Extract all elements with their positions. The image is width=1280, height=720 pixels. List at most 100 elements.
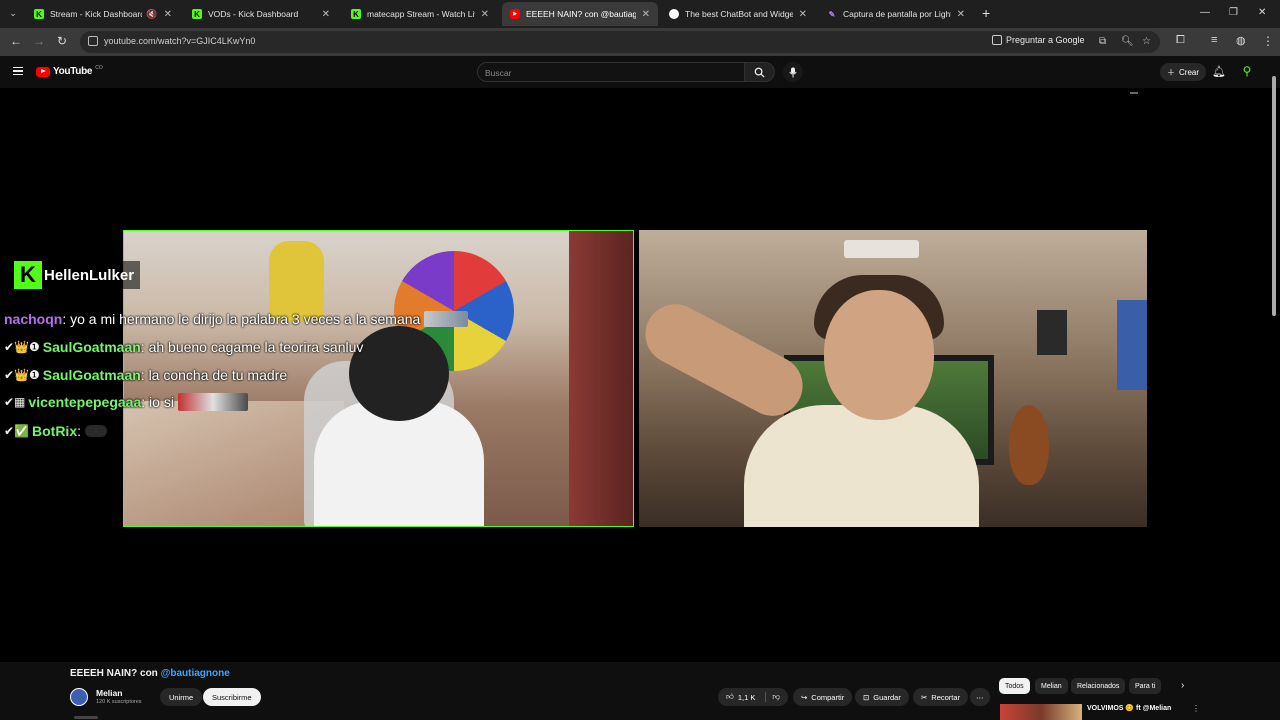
search-button[interactable] <box>745 62 775 82</box>
channel-avatar[interactable] <box>70 688 88 706</box>
profile-avatar-icon[interactable]: ◍ <box>1236 34 1246 47</box>
streamer-right-arm <box>639 293 814 427</box>
chat-username: nachoqn <box>4 311 63 327</box>
page-scrollbar[interactable] <box>1270 62 1278 662</box>
tab-1[interactable]: K VODs - Kick Dashboard ✕ <box>184 2 338 26</box>
address-bar[interactable]: youtube.com/watch?v=GJIC4LKwYn0 Pregunta… <box>80 31 1160 53</box>
kick-icon: K <box>34 9 44 19</box>
clip-label: Recortar <box>931 692 961 702</box>
url-text[interactable]: youtube.com/watch?v=GJIC4LKwYn0 <box>104 36 255 46</box>
channel-name[interactable]: Melian <box>96 688 122 698</box>
close-window-icon[interactable]: ✕ <box>1258 7 1266 18</box>
close-tab-icon[interactable]: ✕ <box>322 9 330 20</box>
chip-all[interactable]: Todos <box>999 678 1030 694</box>
close-tab-icon[interactable]: ✕ <box>799 9 807 20</box>
voice-search-button[interactable] <box>783 62 803 82</box>
hamburger-menu-icon[interactable] <box>13 67 23 75</box>
video-title-mention[interactable]: @bautiagnone <box>161 668 230 679</box>
create-button[interactable]: ＋ Crear <box>1160 63 1207 81</box>
doll <box>269 241 324 321</box>
recommendation-title[interactable]: VOLVIMOS 😊 ft @Melian <box>1087 704 1171 712</box>
share-button[interactable]: ↪ Compartir <box>793 688 853 706</box>
thumbs-down-icon[interactable]: 👎︎ <box>765 692 780 702</box>
youtube-wordmark: YouTube <box>53 66 93 77</box>
tab-5[interactable]: ✎ Captura de pantalla por Lightshot ✕ <box>819 2 973 26</box>
share-icon: ↪ <box>801 692 808 702</box>
streamer-right-head <box>824 290 934 420</box>
reload-icon[interactable]: ↻ <box>57 34 67 48</box>
chip-related[interactable]: Relacionados <box>1071 678 1126 694</box>
chat-text: : yo a mi hermano le dirijo la palabra 3… <box>62 311 421 327</box>
description-bar <box>74 716 98 719</box>
save-button[interactable]: ⊡ Guardar <box>855 688 909 706</box>
chat-username: SaulGoatmaan <box>42 339 141 355</box>
chat-badges: ✔👑❶ <box>4 368 40 382</box>
country-code: CO <box>95 64 103 71</box>
chat-username: vicentepepegaaa <box>28 394 142 410</box>
page-background-right <box>1147 88 1280 662</box>
video-title-text: EEEEH NAIN? con <box>70 668 158 679</box>
ask-google-button[interactable]: Preguntar a Google <box>992 35 1085 45</box>
recommendation-thumbnail[interactable] <box>1000 704 1082 720</box>
kick-icon: K <box>351 9 361 19</box>
install-app-icon[interactable]: ⧉ <box>1099 36 1106 47</box>
chat-text: : io si <box>141 394 174 410</box>
forward-icon[interactable]: → <box>33 34 45 48</box>
zoom-icon[interactable]: 🔍︎ <box>1121 36 1134 47</box>
recommendation-more-icon[interactable]: ⋮ <box>1192 704 1200 713</box>
tab-title: matecapp Stream - Watch Live <box>367 9 475 19</box>
thumbs-up-icon[interactable]: 👍︎ <box>726 692 734 702</box>
share-label: Compartir <box>811 692 845 702</box>
kick-icon: K <box>192 9 202 19</box>
subscribe-button[interactable]: Suscribirme <box>203 688 261 706</box>
close-tab-icon[interactable]: ✕ <box>642 9 650 20</box>
restore-icon[interactable]: ❐ <box>1229 7 1238 18</box>
browser-toolbar: ← → ↻ youtube.com/watch?v=GJIC4LKwYn0 Pr… <box>0 28 1280 56</box>
close-tab-icon[interactable]: ✕ <box>164 9 172 20</box>
extensions-icon[interactable]: ⧠ <box>1176 34 1185 47</box>
guitar <box>1009 405 1049 485</box>
browser-tab-strip: ⌄ K Stream - Kick Dashboard 🔇 ✕ K VODs -… <box>0 0 1280 28</box>
minimize-icon[interactable]: — <box>1200 7 1210 18</box>
clip-button[interactable]: ✂ Recortar <box>913 688 969 706</box>
notifications-bell-icon[interactable]: 🔔︎ <box>1212 65 1226 78</box>
youtube-play-icon <box>36 66 50 77</box>
youtube-logo[interactable]: YouTube CO <box>36 64 103 77</box>
emote-image <box>424 311 469 327</box>
emote-image <box>177 393 248 411</box>
like-count[interactable]: 1,1 K <box>738 693 756 702</box>
media-control-icon[interactable]: ≡ <box>1211 34 1217 46</box>
chat-text: : <box>77 423 82 439</box>
back-icon[interactable]: ← <box>10 34 22 48</box>
tab-2[interactable]: K matecapp Stream - Watch Live ✕ <box>343 2 497 26</box>
chat-text: : ah bueno cagame la teorira sanluv <box>140 339 364 355</box>
search-input[interactable] <box>478 64 744 82</box>
player-corner-indicator <box>1130 92 1138 94</box>
scrollbar-thumb[interactable] <box>1272 76 1276 316</box>
bookmark-star-icon[interactable]: ☆ <box>1142 36 1151 47</box>
tab-4[interactable]: The best ChatBot and Widgets ✕ <box>661 2 815 26</box>
tab-0[interactable]: K Stream - Kick Dashboard 🔇 ✕ <box>26 2 180 26</box>
chip-for-you[interactable]: Para ti <box>1129 678 1162 694</box>
chat-message: ✔👑❶ SaulGoatmaan : la concha de tu madre <box>4 366 287 384</box>
monitor <box>1117 300 1147 390</box>
more-actions-button[interactable]: ⋯ <box>970 688 990 706</box>
close-tab-icon[interactable]: ✕ <box>957 9 965 20</box>
chip-channel[interactable]: Melian <box>1035 678 1068 694</box>
chevron-right-icon[interactable]: › <box>1181 680 1184 691</box>
save-label: Guardar <box>873 692 901 702</box>
mute-icon[interactable]: 🔇 <box>146 9 157 20</box>
browser-menu-icon[interactable]: ⋮ <box>1262 34 1274 48</box>
tab-search-icon[interactable]: ⌄ <box>4 4 22 22</box>
ask-google-label: Preguntar a Google <box>1006 35 1085 45</box>
chat-badges: ✔👑❶ <box>4 340 40 354</box>
search-icon <box>754 67 765 78</box>
new-tab-button[interactable]: + <box>982 5 990 21</box>
join-button[interactable]: Unirme <box>160 688 203 706</box>
air-conditioner <box>844 240 919 258</box>
search-box[interactable] <box>477 62 745 82</box>
account-avatar[interactable]: ⚲ <box>1240 64 1254 78</box>
site-info-icon[interactable] <box>88 36 98 46</box>
tab-3-active[interactable]: ▶ EEEEH NAIN? con @bautiagnone ✕ <box>502 2 658 26</box>
close-tab-icon[interactable]: ✕ <box>481 9 489 20</box>
